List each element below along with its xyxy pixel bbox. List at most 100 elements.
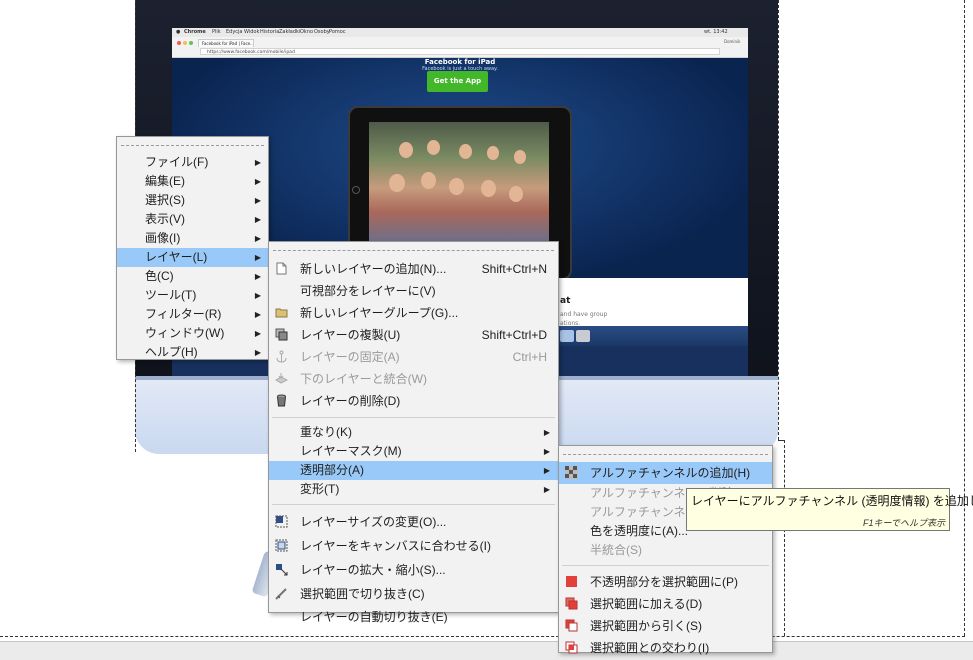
submenu-arrow-icon: ▶ (254, 348, 261, 357)
new-layer-group-item[interactable]: 新しいレイヤーグループ(G)... (269, 302, 558, 324)
layer-mask-item[interactable]: レイヤーマスク(M) ▶ (269, 442, 558, 461)
menu-item-windows[interactable]: ウィンドウ(W) ▶ (117, 324, 268, 343)
mac-menu-item: Zakładki (279, 29, 301, 35)
tearoff-line[interactable] (121, 145, 264, 146)
menu-item-colors[interactable]: 色(C) ▶ (117, 267, 268, 286)
layer-to-image-size-item[interactable]: レイヤーをキャンバスに合わせる(I) (269, 534, 558, 558)
submenu-arrow-icon: ▶ (254, 215, 261, 224)
maximize-dot-icon (189, 41, 193, 45)
mac-menu-item: Pomoc (329, 29, 346, 35)
semi-flatten-item[interactable]: 半統合(S) (559, 541, 772, 560)
minimize-dot-icon (183, 41, 187, 45)
menu-item-edit[interactable]: 編集(E) ▶ (117, 172, 268, 191)
fb-text-panel (560, 278, 748, 326)
menu-item-layer[interactable]: レイヤー(L) ▶ (117, 248, 268, 267)
delete-layer-item[interactable]: レイヤーの削除(D) (269, 390, 558, 412)
submenu-arrow-icon: ▶ (254, 253, 261, 262)
duplicate-layer-item[interactable]: レイヤーの複製(U) Shift+Ctrl+D (269, 324, 558, 346)
new-from-visible-item[interactable]: 可視部分をレイヤーに(V) (269, 280, 558, 302)
transparency-menu: アルファチャンネルの追加(H) アルファチャンネルの削除(R) アルファチャンネ… (558, 445, 773, 655)
trash-dock-icon (576, 330, 590, 342)
selection-outline-bottom (0, 636, 965, 637)
stack-item[interactable]: 重なり(K) ▶ (269, 423, 558, 442)
menu-item-help[interactable]: ヘルプ(H) ▶ (117, 343, 268, 362)
crop-icon (275, 588, 287, 600)
fb-title: Facebook for iPad (424, 58, 496, 66)
ipad-camera (352, 186, 360, 194)
dock-icon (560, 330, 574, 342)
tearoff-line[interactable] (273, 250, 554, 251)
submenu-arrow-icon: ▶ (254, 158, 261, 167)
get-app-button: Get the App (427, 71, 488, 92)
mac-menu-item: Osoby (314, 29, 330, 35)
mac-menu-item: Okno (300, 29, 314, 35)
submenu-arrow-icon: ▶ (254, 196, 261, 205)
submenu-arrow-icon: ▶ (254, 177, 261, 186)
scale-layer-item[interactable]: レイヤーの拡大・縮小(S)... (269, 558, 558, 582)
subtract-from-selection-item[interactable]: 選択範囲から引く(S) (559, 615, 772, 637)
add-alpha-channel-item[interactable]: アルファチャンネルの追加(H) (559, 462, 772, 484)
selection-add-icon (565, 597, 578, 610)
crop-to-content-item[interactable]: レイヤーの自動切り抜き(E) (269, 606, 558, 628)
group-photo (369, 122, 549, 242)
submenu-arrow-icon: ▶ (254, 272, 261, 281)
mac-menu-item: Historia (260, 29, 280, 35)
status-bar (0, 641, 973, 660)
scale-icon (276, 564, 288, 576)
browser-tab: Facebook for iPad | Face... (198, 39, 254, 47)
new-layer-item[interactable]: 新しいレイヤーの追加(N)... Shift+Ctrl+N (269, 258, 558, 280)
menu-item-file[interactable]: ファイル(F) ▶ (117, 153, 268, 172)
menu-item-tools[interactable]: ツール(T) ▶ (117, 286, 268, 305)
transform-item[interactable]: 変形(T) ▶ (269, 480, 558, 499)
menu-separator (562, 565, 769, 566)
tooltip: レイヤーにアルファチャンネル (透明度情報) を追加します F1キーでヘルプ表示 (686, 488, 973, 531)
browser-user-badge: Dominik (724, 39, 741, 44)
merge-icon (275, 373, 288, 384)
submenu-arrow-icon: ▶ (254, 310, 261, 319)
submenu-arrow-icon: ▶ (254, 291, 261, 300)
mac-clock: wt. 13:42 (704, 29, 728, 35)
close-dot-icon (177, 41, 181, 45)
transparency-item[interactable]: 透明部分(A) ▶ (269, 461, 558, 480)
selection-subtract-icon (565, 619, 578, 632)
alpha-to-selection-item[interactable]: 不透明部分を選択範囲に(P) (559, 571, 772, 593)
alpha-checker-icon (565, 466, 578, 479)
anchor-layer-item[interactable]: レイヤーの固定(A) Ctrl+H (269, 346, 558, 368)
tooltip-help-hint: F1キーでヘルプ表示 (863, 518, 945, 528)
fit-canvas-icon (275, 539, 288, 552)
fb-partial-heading: at (560, 296, 571, 306)
menu-item-view[interactable]: 表示(V) ▶ (117, 210, 268, 229)
trash-icon (277, 394, 286, 407)
duplicate-icon (275, 328, 288, 341)
selection-replace-icon (566, 576, 577, 587)
submenu-arrow-icon: ▶ (543, 447, 550, 456)
merge-down-item[interactable]: 下のレイヤーと統合(W) (269, 368, 558, 390)
mac-menu-item: Widok (244, 29, 260, 35)
submenu-arrow-icon: ▶ (254, 234, 261, 243)
folder-icon (275, 308, 288, 318)
layer-menu: 新しいレイヤーの追加(N)... Shift+Ctrl+N 可視部分をレイヤーに(… (268, 241, 559, 624)
submenu-arrow-icon: ▶ (543, 485, 550, 494)
layer-boundary-size-item[interactable]: レイヤーサイズの変更(O)... (269, 510, 558, 534)
resize-icon (275, 515, 288, 528)
fb-partial-text: and have group (560, 311, 608, 318)
selection-intersect-icon (565, 641, 578, 654)
mac-menu-item: Edycja (226, 29, 243, 35)
submenu-arrow-icon: ▶ (543, 466, 550, 475)
menu-item-filters[interactable]: フィルター(R) ▶ (117, 305, 268, 324)
menu-separator (272, 417, 555, 418)
intersect-with-selection-item[interactable]: 選択範囲との交わり(I) (559, 637, 772, 659)
carousel-dots (444, 96, 474, 111)
selection-outline-right2 (784, 440, 785, 636)
submenu-arrow-icon: ▶ (543, 428, 550, 437)
tearoff-line[interactable] (563, 454, 768, 455)
selection-outline-far-right (964, 0, 965, 636)
mac-menu-item: Plik (212, 29, 221, 35)
menu-item-image[interactable]: 画像(I) ▶ (117, 229, 268, 248)
crop-to-selection-item[interactable]: 選択範囲で切り抜き(C) (269, 582, 558, 606)
anchor-icon (276, 350, 287, 363)
add-to-selection-item[interactable]: 選択範囲に加える(D) (559, 593, 772, 615)
mac-menu-item: Chrome (184, 29, 206, 35)
mac-menubar: ● Chrome Plik Edycja Widok Historia Zakł… (172, 28, 748, 37)
menu-item-select[interactable]: 選択(S) ▶ (117, 191, 268, 210)
